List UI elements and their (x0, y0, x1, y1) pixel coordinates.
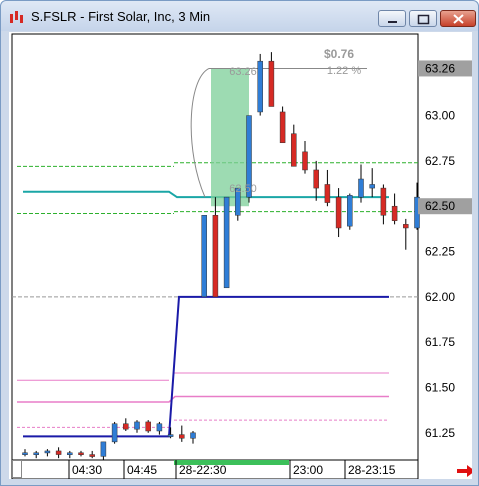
annotation-high-label: 63.26 (229, 66, 257, 78)
close-icon (453, 14, 464, 24)
candle-body (179, 434, 185, 439)
y-tick-label: 61.50 (425, 380, 455, 394)
price-chart[interactable]: $0.76 1.22 % 63.26 62.50 61.25 61.50 61.75… (9, 32, 472, 479)
annotation-change: $0.76 (324, 47, 354, 61)
candle-body (123, 423, 129, 430)
candle-body (89, 454, 95, 457)
x-tick-label: 28-22:30 (179, 463, 227, 477)
annotation-low-label: 62.50 (229, 183, 257, 195)
candle-body (302, 151, 308, 171)
candle-body (145, 421, 151, 432)
candle-body (100, 441, 107, 457)
minimize-button[interactable] (378, 10, 406, 27)
candle-body (156, 423, 163, 432)
y-tick-label: 62.25 (425, 245, 455, 259)
candle-body (403, 224, 409, 229)
annotation-percent: 1.22 % (327, 65, 361, 77)
y-tick-label: 63.00 (425, 109, 455, 123)
candle-body (55, 450, 62, 455)
maximize-icon (417, 14, 430, 25)
chart-area[interactable]: $0.76 1.22 % 63.26 62.50 61.25 61.50 61.75… (9, 32, 472, 479)
candle-body (67, 452, 73, 455)
price-box-label: 63.26 (425, 61, 455, 75)
candle-body (22, 452, 28, 455)
minimize-icon (388, 21, 397, 23)
candle-body (291, 133, 297, 167)
candle-body (33, 452, 39, 455)
chart-window: S.FSLR - First Solar, Inc, 3 Min $0.76 1… (0, 0, 479, 486)
candle-body (391, 205, 398, 221)
x-tick-label: 23:00 (293, 463, 323, 477)
candle-body (347, 195, 353, 227)
candle-body (279, 111, 286, 144)
close-button[interactable] (440, 10, 476, 27)
candle-body (111, 423, 118, 443)
y-tick-label: 61.75 (425, 335, 455, 349)
candle-body (134, 421, 140, 430)
x-tick-label: 28-23:15 (348, 463, 396, 477)
window-title: S.FSLR - First Solar, Inc, 3 Min (31, 9, 211, 24)
candle-body (268, 60, 275, 107)
x-tick-label: 04:45 (127, 463, 157, 477)
y-tick-label: 62.00 (425, 290, 455, 304)
app-icon (10, 11, 23, 23)
candle-body (335, 196, 342, 229)
candle-body (201, 215, 207, 298)
candle-body (167, 434, 174, 437)
candle-body (212, 215, 219, 298)
maximize-button[interactable] (409, 10, 437, 27)
candle-body (223, 196, 230, 289)
price-box-label: 62.50 (425, 199, 455, 213)
y-axis: 61.25 61.50 61.75 62.00 62.25 62.75 63.00 63.26… (418, 60, 472, 440)
candle-body (78, 452, 84, 455)
y-tick-label: 61.25 (425, 426, 455, 440)
candle-body (313, 169, 319, 189)
candle-body (380, 187, 387, 216)
candle-body (44, 450, 51, 454)
title-bar[interactable]: S.FSLR - First Solar, Inc, 3 Min (1, 1, 478, 31)
y-tick-label: 62.75 (425, 154, 455, 168)
candle-body (324, 184, 331, 203)
candle-body (257, 60, 263, 113)
candle-body (369, 184, 375, 189)
candle-body (358, 178, 364, 198)
red-right-arrow-icon[interactable] (457, 465, 472, 477)
scroll-thumb[interactable] (12, 460, 22, 478)
candle-body (190, 432, 196, 439)
x-tick-label: 04:30 (72, 463, 102, 477)
